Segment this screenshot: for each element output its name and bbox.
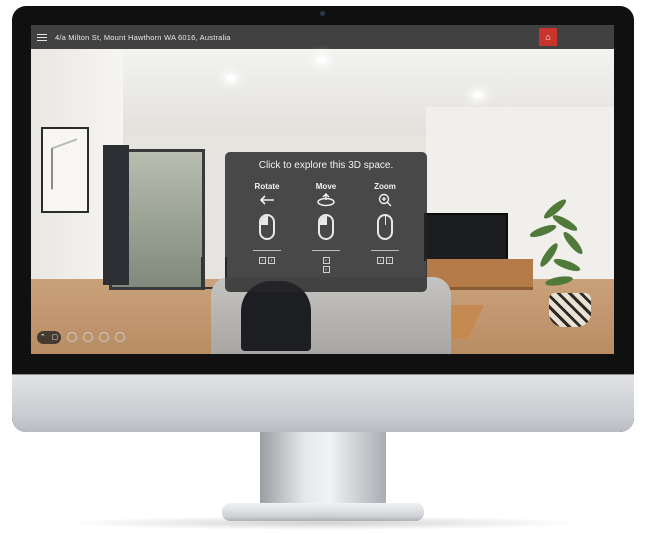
- dollhouse-icon[interactable]: [83, 332, 93, 342]
- divider: [371, 250, 399, 251]
- monitor-chin: [12, 374, 634, 432]
- zoom-column: Zoom ‹ ›: [359, 182, 411, 264]
- webcam-icon: [320, 11, 325, 16]
- divider: [312, 250, 340, 251]
- top-bar: 4/a Milton St, Mount Hawthorn WA 6016, A…: [31, 25, 614, 49]
- brand-logo[interactable]: ⌂: [539, 28, 606, 46]
- chin-divider: [12, 374, 634, 375]
- key-zoom-out: ‹: [377, 257, 384, 264]
- property-address: 4/a Milton St, Mount Hawthorn WA 6016, A…: [55, 32, 231, 42]
- zoom-keys: ‹ ›: [359, 257, 411, 264]
- mouse-left-button-icon: [318, 214, 334, 240]
- floor-plan-icon: ▢: [51, 334, 59, 341]
- monitor-stand: [260, 432, 386, 506]
- stand-shadow: [60, 516, 586, 530]
- person-icon[interactable]: [67, 332, 77, 342]
- overlay-title: Click to explore this 3D space.: [258, 160, 394, 171]
- circular-arrow-icon: [317, 193, 335, 207]
- curtain: [103, 145, 129, 285]
- wall-painting: [41, 127, 89, 213]
- measure-icon[interactable]: [99, 332, 109, 342]
- television: [424, 213, 508, 261]
- hamburger-icon[interactable]: [37, 33, 47, 41]
- screen: 4/a Milton St, Mount Hawthorn WA 6016, A…: [31, 25, 614, 354]
- bottom-controls: ⌃ ▢: [37, 329, 125, 345]
- rotate-column: Rotate ‹ ›: [241, 182, 293, 264]
- view-toggle-button[interactable]: ⌃ ▢: [37, 330, 61, 344]
- mouse-scroll-icon: [377, 214, 393, 240]
- mouse-left-button-icon: [259, 214, 275, 240]
- move-keys: ‹ ›: [300, 257, 352, 273]
- potted-plant: [521, 196, 591, 294]
- settings-icon[interactable]: [115, 332, 125, 342]
- zoom-in-icon: [378, 193, 392, 207]
- key-down: ›: [322, 266, 330, 273]
- zoom-label: Zoom: [374, 182, 396, 191]
- navigation-help-overlay[interactable]: Click to explore this 3D space. Rotate ‹…: [225, 152, 427, 292]
- move-label: Move: [315, 182, 337, 191]
- ceiling-light: [473, 92, 483, 98]
- arrow-left-icon: [259, 195, 274, 205]
- ceiling-light: [226, 75, 236, 81]
- key-up: ‹: [322, 257, 330, 264]
- rotate-keys: ‹ ›: [241, 257, 293, 264]
- chevron-up-icon: ⌃: [39, 334, 46, 341]
- house-logo-icon: ⌂: [539, 28, 557, 46]
- move-column: Move ‹ ›: [300, 182, 352, 273]
- key-zoom-in: ›: [386, 257, 393, 264]
- 3d-tour-view[interactable]: Click to explore this 3D space. Rotate ‹…: [31, 49, 614, 354]
- divider: [253, 250, 281, 251]
- key-right: ›: [268, 257, 275, 264]
- key-left: ‹: [259, 257, 266, 264]
- ceiling-light: [317, 57, 327, 63]
- woven-pot: [549, 293, 591, 327]
- rotate-label: Rotate: [254, 182, 280, 191]
